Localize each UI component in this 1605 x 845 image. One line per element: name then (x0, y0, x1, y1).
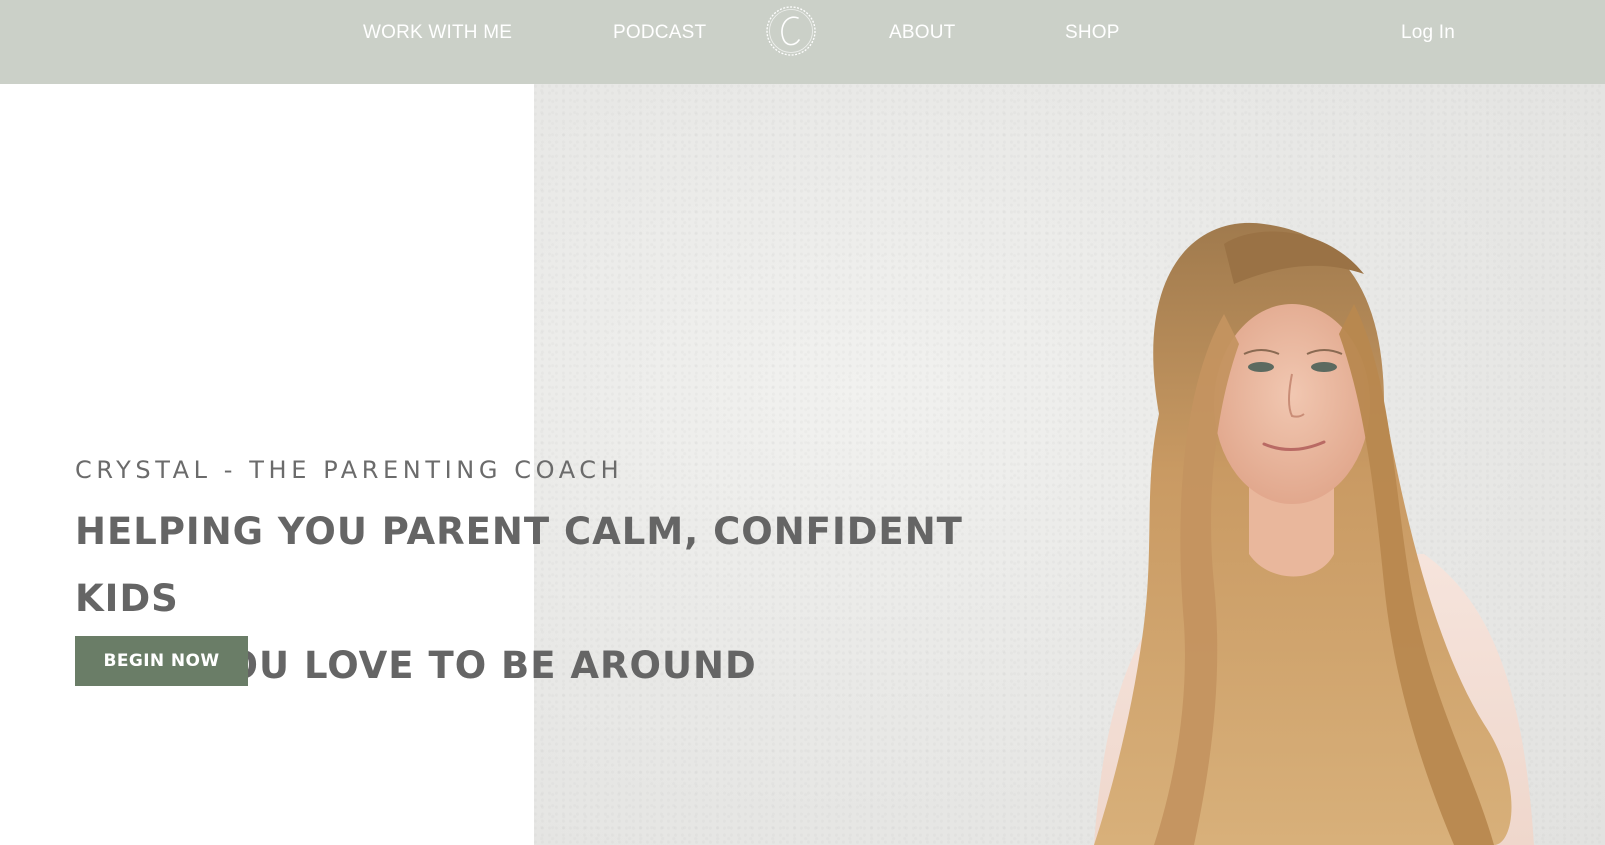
nav-item-shop[interactable]: SHOP (1065, 22, 1120, 44)
nav-item-work-with-me[interactable]: WORK WITH ME (363, 22, 512, 44)
hero-kicker: CRYSTAL - THE PARENTING COACH (75, 456, 624, 484)
nav-item-about[interactable]: ABOUT (889, 22, 955, 44)
top-navigation: WORK WITH ME PODCAST ABOUT SHOP Log In (0, 0, 1605, 84)
login-link[interactable]: Log In (1401, 22, 1455, 44)
hero-photo (534, 84, 1605, 845)
crystal-c-logo-icon[interactable] (761, 4, 821, 58)
headline-line-1: HELPING YOU PARENT CALM, CONFIDENT KIDS (75, 510, 963, 620)
woman-portrait-illustration (1094, 222, 1534, 845)
begin-now-button[interactable]: BEGIN NOW (75, 636, 248, 686)
nav-item-podcast[interactable]: PODCAST (613, 22, 706, 44)
